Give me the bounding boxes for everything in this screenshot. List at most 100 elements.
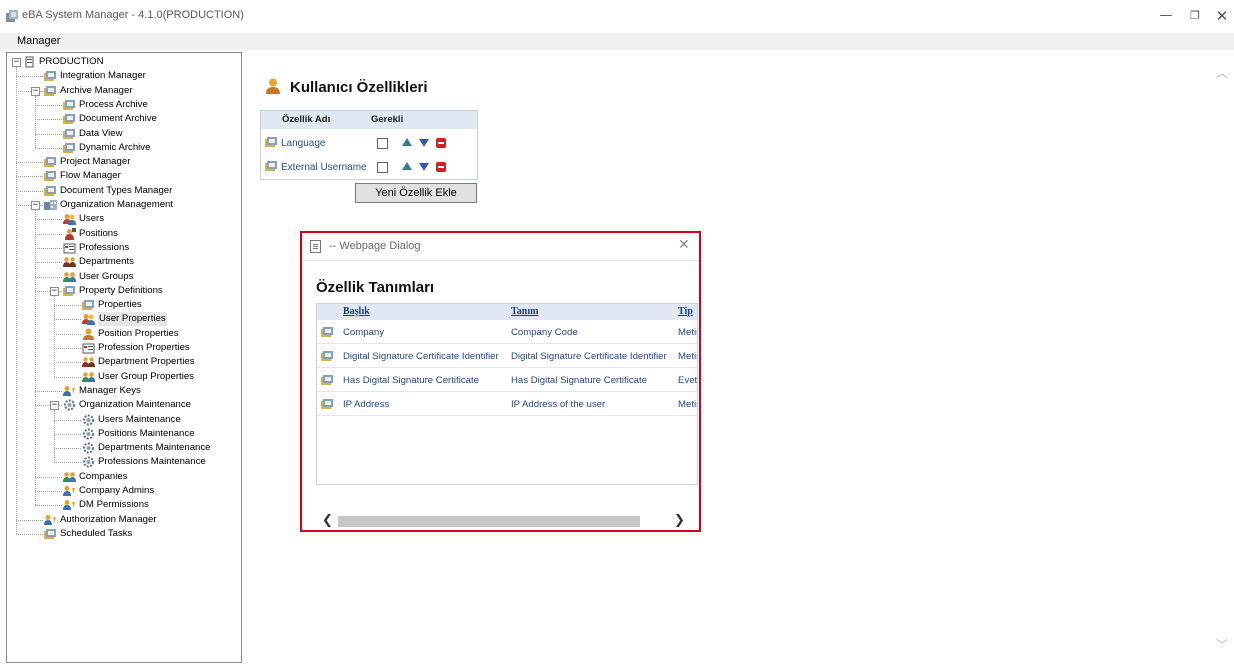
tree-item-label: Archive Manager — [60, 84, 133, 96]
move-up-icon[interactable] — [402, 138, 412, 146]
table-row[interactable]: Company Company Code Metin — [317, 321, 697, 344]
tree-connector — [16, 67, 17, 534]
tree-item-label: Data View — [79, 127, 123, 139]
tree-connector — [35, 390, 62, 392]
tree-collapse-toggle[interactable]: − — [50, 286, 59, 296]
dialog-titlebar: -- Webpage Dialog ✕ — [302, 233, 699, 261]
cell-title[interactable]: Company — [343, 327, 384, 338]
tree-connector — [35, 104, 62, 106]
table-row[interactable]: IP Address IP Address of the user Metin — [317, 393, 697, 416]
departments-icon — [63, 257, 76, 268]
tree-connector — [54, 348, 81, 349]
tree-connector — [54, 410, 55, 463]
tree-connector — [54, 295, 55, 377]
cell-title[interactable]: Digital Signature Certificate Identifier — [343, 351, 499, 362]
tree-item-label: Flow Manager — [60, 170, 121, 182]
scroll-right-icon[interactable]: ❯ — [674, 513, 685, 528]
cell-title[interactable]: Has Digital Signature Certificate — [343, 375, 479, 386]
user-icon — [83, 328, 94, 340]
required-checkbox[interactable] — [377, 162, 388, 173]
user-icon — [266, 78, 280, 94]
move-down-icon[interactable] — [419, 163, 429, 171]
menu-manager[interactable]: Manager — [17, 35, 60, 47]
tree-item-label: Organization Management — [60, 199, 174, 210]
table-row[interactable]: Has Digital Signature Certificate Has Di… — [317, 369, 697, 392]
property-name[interactable]: Language — [281, 138, 326, 149]
move-up-icon[interactable] — [402, 162, 412, 170]
dialog-close-button[interactable]: ✕ — [678, 237, 690, 253]
close-button[interactable]: ✕ — [1207, 6, 1234, 26]
professions-icon — [82, 343, 95, 354]
scroll-left-icon[interactable]: ❮ — [322, 513, 333, 528]
folder-tool-icon — [63, 128, 75, 139]
gear-icon — [83, 456, 94, 468]
window-titlebar: eBA System Manager - 4.1.0(PRODUCTION) —… — [0, 0, 1234, 33]
tree-item-label: Users Maintenance — [98, 413, 181, 425]
cell-description: Has Digital Signature Certificate — [511, 375, 647, 386]
tree-connector — [35, 262, 62, 264]
delete-icon[interactable] — [436, 162, 446, 172]
scrollbar-thumb[interactable] — [338, 516, 640, 527]
tree-connector — [35, 505, 62, 507]
tree-connector — [35, 233, 62, 235]
column-header-description[interactable]: Tanım — [511, 306, 538, 317]
folder-tool-icon — [44, 85, 56, 96]
maximize-button[interactable]: ❐ — [1180, 6, 1210, 26]
professions-icon — [63, 243, 76, 254]
tree-connector — [16, 533, 43, 535]
move-down-icon[interactable] — [419, 139, 429, 147]
table-row: External Username — [261, 155, 477, 179]
cell-title[interactable]: IP Address — [343, 399, 389, 410]
horizontal-scrollbar[interactable]: ❮ ❯ — [316, 513, 698, 529]
delete-icon[interactable] — [436, 138, 446, 148]
tree-item-label: Positions Maintenance — [98, 427, 195, 439]
tree-connector — [16, 76, 43, 78]
folder-tool-icon — [321, 351, 333, 361]
tree-item-label: Property Definitions — [79, 284, 163, 296]
minimize-button[interactable]: — — [1151, 6, 1181, 26]
add-property-button[interactable]: Yeni Özellik Ekle — [355, 183, 477, 203]
tree-item-label: Positions — [79, 227, 118, 239]
main-scrollbar[interactable]: ︿ ﹀ — [1212, 60, 1232, 660]
scroll-up-icon[interactable]: ︿ — [1216, 64, 1228, 81]
tree-collapse-toggle[interactable]: − — [50, 401, 59, 411]
navigation-tree[interactable]: − PRODUCTION Integration Manager − Archive M… — [6, 52, 242, 663]
tree-collapse-toggle[interactable]: − — [31, 86, 40, 96]
gear-icon — [64, 399, 75, 411]
cell-description: IP Address of the user — [511, 399, 606, 410]
folder-tool-icon — [44, 185, 56, 196]
tree-item-label: Departments — [79, 256, 134, 268]
property-name[interactable]: External Username — [281, 162, 367, 173]
scroll-down-icon[interactable]: ﹀ — [1216, 636, 1228, 653]
tree-connector — [35, 276, 62, 278]
tree-connector — [35, 491, 62, 492]
tree-connector — [54, 319, 81, 321]
tree-item-label: User Groups — [79, 270, 134, 282]
dialog-title: -- Webpage Dialog — [329, 240, 421, 252]
user-groups-icon — [82, 371, 95, 382]
tree-collapse-toggle[interactable]: − — [31, 201, 40, 210]
tree-collapse-toggle[interactable]: − — [12, 58, 21, 67]
column-header-type[interactable]: Tip — [678, 306, 693, 317]
gear-icon — [83, 428, 94, 440]
folder-tool-icon — [321, 327, 333, 337]
dialog-heading: Özellik Tanımları — [316, 279, 435, 296]
database-icon — [25, 56, 34, 68]
table-row[interactable]: Digital Signature Certificate Identifier… — [317, 345, 697, 368]
folder-tool-icon — [44, 171, 56, 182]
user-groups-icon — [63, 471, 76, 482]
tree-item-label: Departments Maintenance — [98, 442, 211, 454]
folder-tool-icon — [44, 157, 56, 168]
tree-item-label: Project Manager — [60, 156, 131, 168]
tree-item-label: User Properties — [98, 312, 167, 327]
positions-icon — [65, 227, 76, 240]
key-user-icon — [44, 514, 56, 525]
key-user-icon — [63, 486, 75, 496]
tree-item-label: Company Admins — [79, 485, 155, 496]
tree-connector — [54, 433, 81, 435]
required-checkbox[interactable] — [377, 138, 388, 149]
tree-item-label: Profession Properties — [98, 342, 190, 353]
column-header-title[interactable]: Başlık — [343, 306, 370, 317]
app-logo-icon — [6, 10, 18, 22]
tree-connector — [54, 419, 81, 421]
